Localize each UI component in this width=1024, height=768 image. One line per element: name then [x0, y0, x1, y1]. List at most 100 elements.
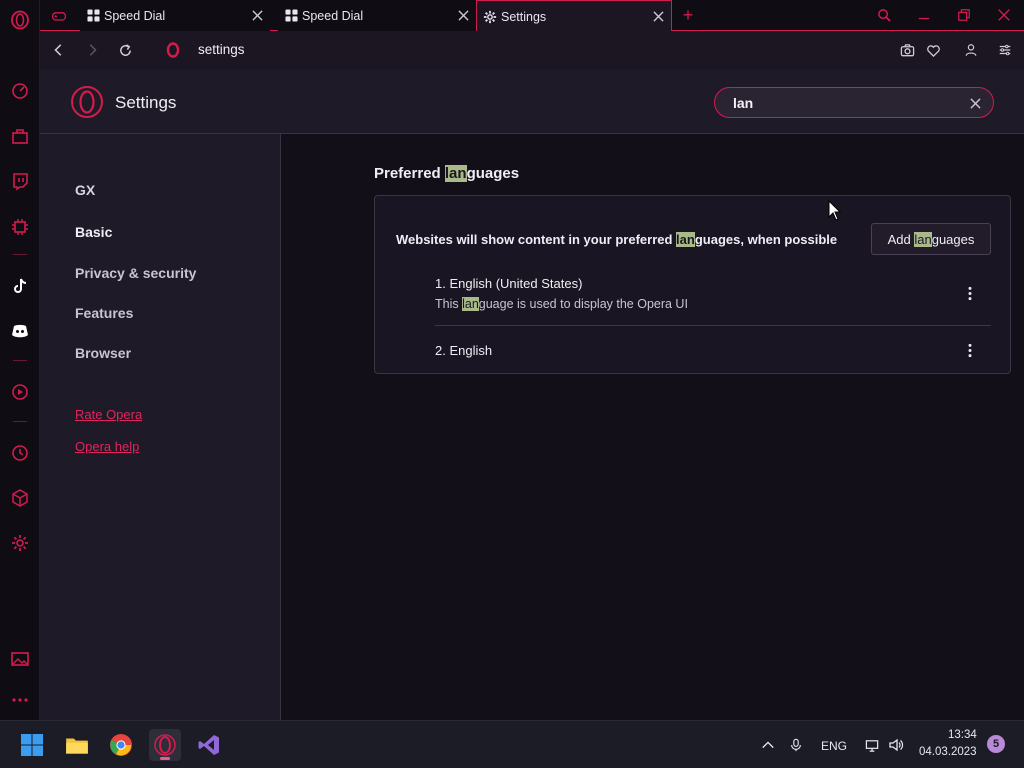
description-text: guages, when possible	[694, 232, 838, 247]
language-item: 2. English	[435, 343, 991, 358]
languages-card: Websites will show content in your prefe…	[374, 195, 1011, 374]
tab-title: Settings	[501, 9, 547, 24]
windows-start-icon[interactable]	[16, 729, 48, 761]
heart-icon[interactable]	[923, 40, 943, 60]
rate-opera-link[interactable]: Rate Opera	[75, 407, 142, 422]
language-item: 1. English (United States) This language…	[435, 276, 991, 311]
nav-item-basic[interactable]: Basic	[75, 224, 112, 240]
twitch-icon[interactable]	[8, 169, 32, 193]
close-icon[interactable]	[651, 9, 665, 23]
sidebar-separator	[13, 360, 27, 361]
close-window-icon[interactable]	[993, 5, 1015, 25]
restore-icon[interactable]	[953, 5, 975, 25]
wallpaper-icon[interactable]	[8, 647, 32, 671]
language-note: This language is used to display the Ope…	[435, 297, 991, 311]
history-icon[interactable]	[8, 441, 32, 465]
forward-icon[interactable]	[82, 40, 102, 60]
section-title-preferred-languages: Preferred languages	[374, 165, 519, 182]
tab-bar: Speed Dial Speed Dial Settings +	[40, 0, 1024, 32]
search-input[interactable]	[733, 94, 953, 112]
description-text: Websites will show content in your prefe…	[396, 232, 677, 247]
clear-search-icon[interactable]	[967, 95, 983, 111]
button-label: guages	[931, 231, 975, 247]
network-icon[interactable]	[862, 735, 882, 755]
speed-dial-icon	[86, 9, 100, 23]
gx-corner-icon[interactable]	[8, 124, 32, 148]
add-languages-button[interactable]: Add lan guages	[871, 223, 991, 255]
search-highlight: lan	[676, 232, 695, 247]
tab-title: Speed Dial	[104, 8, 166, 23]
tiktok-icon[interactable]	[8, 274, 32, 298]
settings-search-box[interactable]	[714, 87, 994, 118]
windows-taskbar: ENG 13:34 04.03.2023	[0, 720, 1024, 768]
notification-badge[interactable]: 5	[987, 735, 1005, 753]
opera-gx-window: Speed Dial Speed Dial Settings + setting…	[0, 0, 1024, 768]
opera-help-link[interactable]: Opera help	[75, 439, 139, 454]
search-highlight: lan	[914, 231, 932, 247]
settings-gear-icon[interactable]	[8, 531, 32, 555]
language-name: 2. English	[435, 343, 493, 358]
snapshot-camera-icon[interactable]	[897, 40, 917, 60]
active-indicator	[160, 757, 170, 760]
sidebar-separator	[13, 254, 27, 255]
tab-speed-dial-2[interactable]: Speed Dial	[278, 0, 476, 31]
clock-date[interactable]: 04.03.2023	[919, 746, 977, 758]
settings-main: Preferred languages Websites will show c…	[281, 134, 1024, 720]
chevron-up-icon[interactable]	[758, 735, 778, 755]
settings-header: Settings	[40, 69, 1024, 134]
extensions-icon[interactable]	[8, 486, 32, 510]
language-name: 1. English (United States)	[435, 276, 583, 291]
page-title: Settings	[115, 93, 177, 112]
new-tab-plus-icon[interactable]: +	[678, 5, 698, 25]
sidebar-separator	[13, 421, 27, 422]
url-text[interactable]: settings	[198, 42, 245, 57]
file-explorer-icon[interactable]	[61, 729, 93, 761]
visual-studio-icon[interactable]	[193, 729, 225, 761]
close-icon[interactable]	[250, 8, 264, 22]
easy-setup-icon[interactable]	[995, 40, 1015, 60]
player-icon[interactable]	[8, 380, 32, 404]
section-title-text: Preferred	[374, 165, 445, 182]
settings-nav: GX Basic Privacy & security Features Bro…	[40, 134, 281, 720]
opera-gx-logo-icon	[70, 85, 104, 119]
more-options-icon[interactable]	[963, 284, 977, 302]
address-bar: settings	[40, 31, 1024, 69]
search-tabs-icon[interactable]	[873, 5, 895, 25]
profile-icon[interactable]	[961, 40, 981, 60]
gx-sidebar	[0, 0, 40, 720]
nav-item-browser[interactable]: Browser	[75, 345, 131, 361]
nav-item-gx[interactable]: GX	[75, 182, 95, 198]
section-title-text: guages	[466, 165, 520, 182]
gamepad-icon[interactable]	[49, 6, 69, 26]
more-options-icon[interactable]	[963, 341, 977, 359]
microphone-icon[interactable]	[786, 735, 806, 755]
chrome-icon[interactable]	[105, 729, 137, 761]
keyboard-language[interactable]: ENG	[821, 739, 847, 753]
reload-icon[interactable]	[115, 40, 135, 60]
divider	[435, 325, 991, 326]
gear-icon	[483, 10, 497, 24]
tab-speed-dial-1[interactable]: Speed Dial	[80, 0, 270, 31]
tab-settings[interactable]: Settings	[476, 0, 672, 32]
back-icon[interactable]	[49, 40, 69, 60]
discord-icon[interactable]	[8, 319, 32, 343]
opera-logo-icon	[165, 42, 181, 58]
opera-gx-taskbar-icon[interactable]	[149, 729, 181, 761]
mouse-cursor-icon	[828, 199, 842, 222]
nav-item-privacy-security[interactable]: Privacy & security	[75, 265, 196, 281]
volume-icon[interactable]	[886, 735, 906, 755]
opera-menu-icon[interactable]	[8, 8, 32, 32]
cpu-limiter-icon[interactable]	[8, 215, 32, 239]
languages-description: Websites will show content in your prefe…	[396, 232, 837, 247]
clock-time[interactable]: 13:34	[948, 729, 977, 741]
minimize-icon[interactable]	[913, 5, 935, 25]
note-text: This	[435, 297, 463, 311]
more-icon[interactable]	[8, 688, 32, 712]
search-highlight: lan	[444, 165, 467, 182]
gx-control-icon[interactable]	[8, 79, 32, 103]
button-label: Add	[887, 231, 915, 247]
search-highlight: lan	[462, 297, 479, 311]
close-icon[interactable]	[456, 8, 470, 22]
nav-item-features[interactable]: Features	[75, 305, 133, 321]
note-text: guage is used to display the Opera UI	[478, 297, 688, 311]
